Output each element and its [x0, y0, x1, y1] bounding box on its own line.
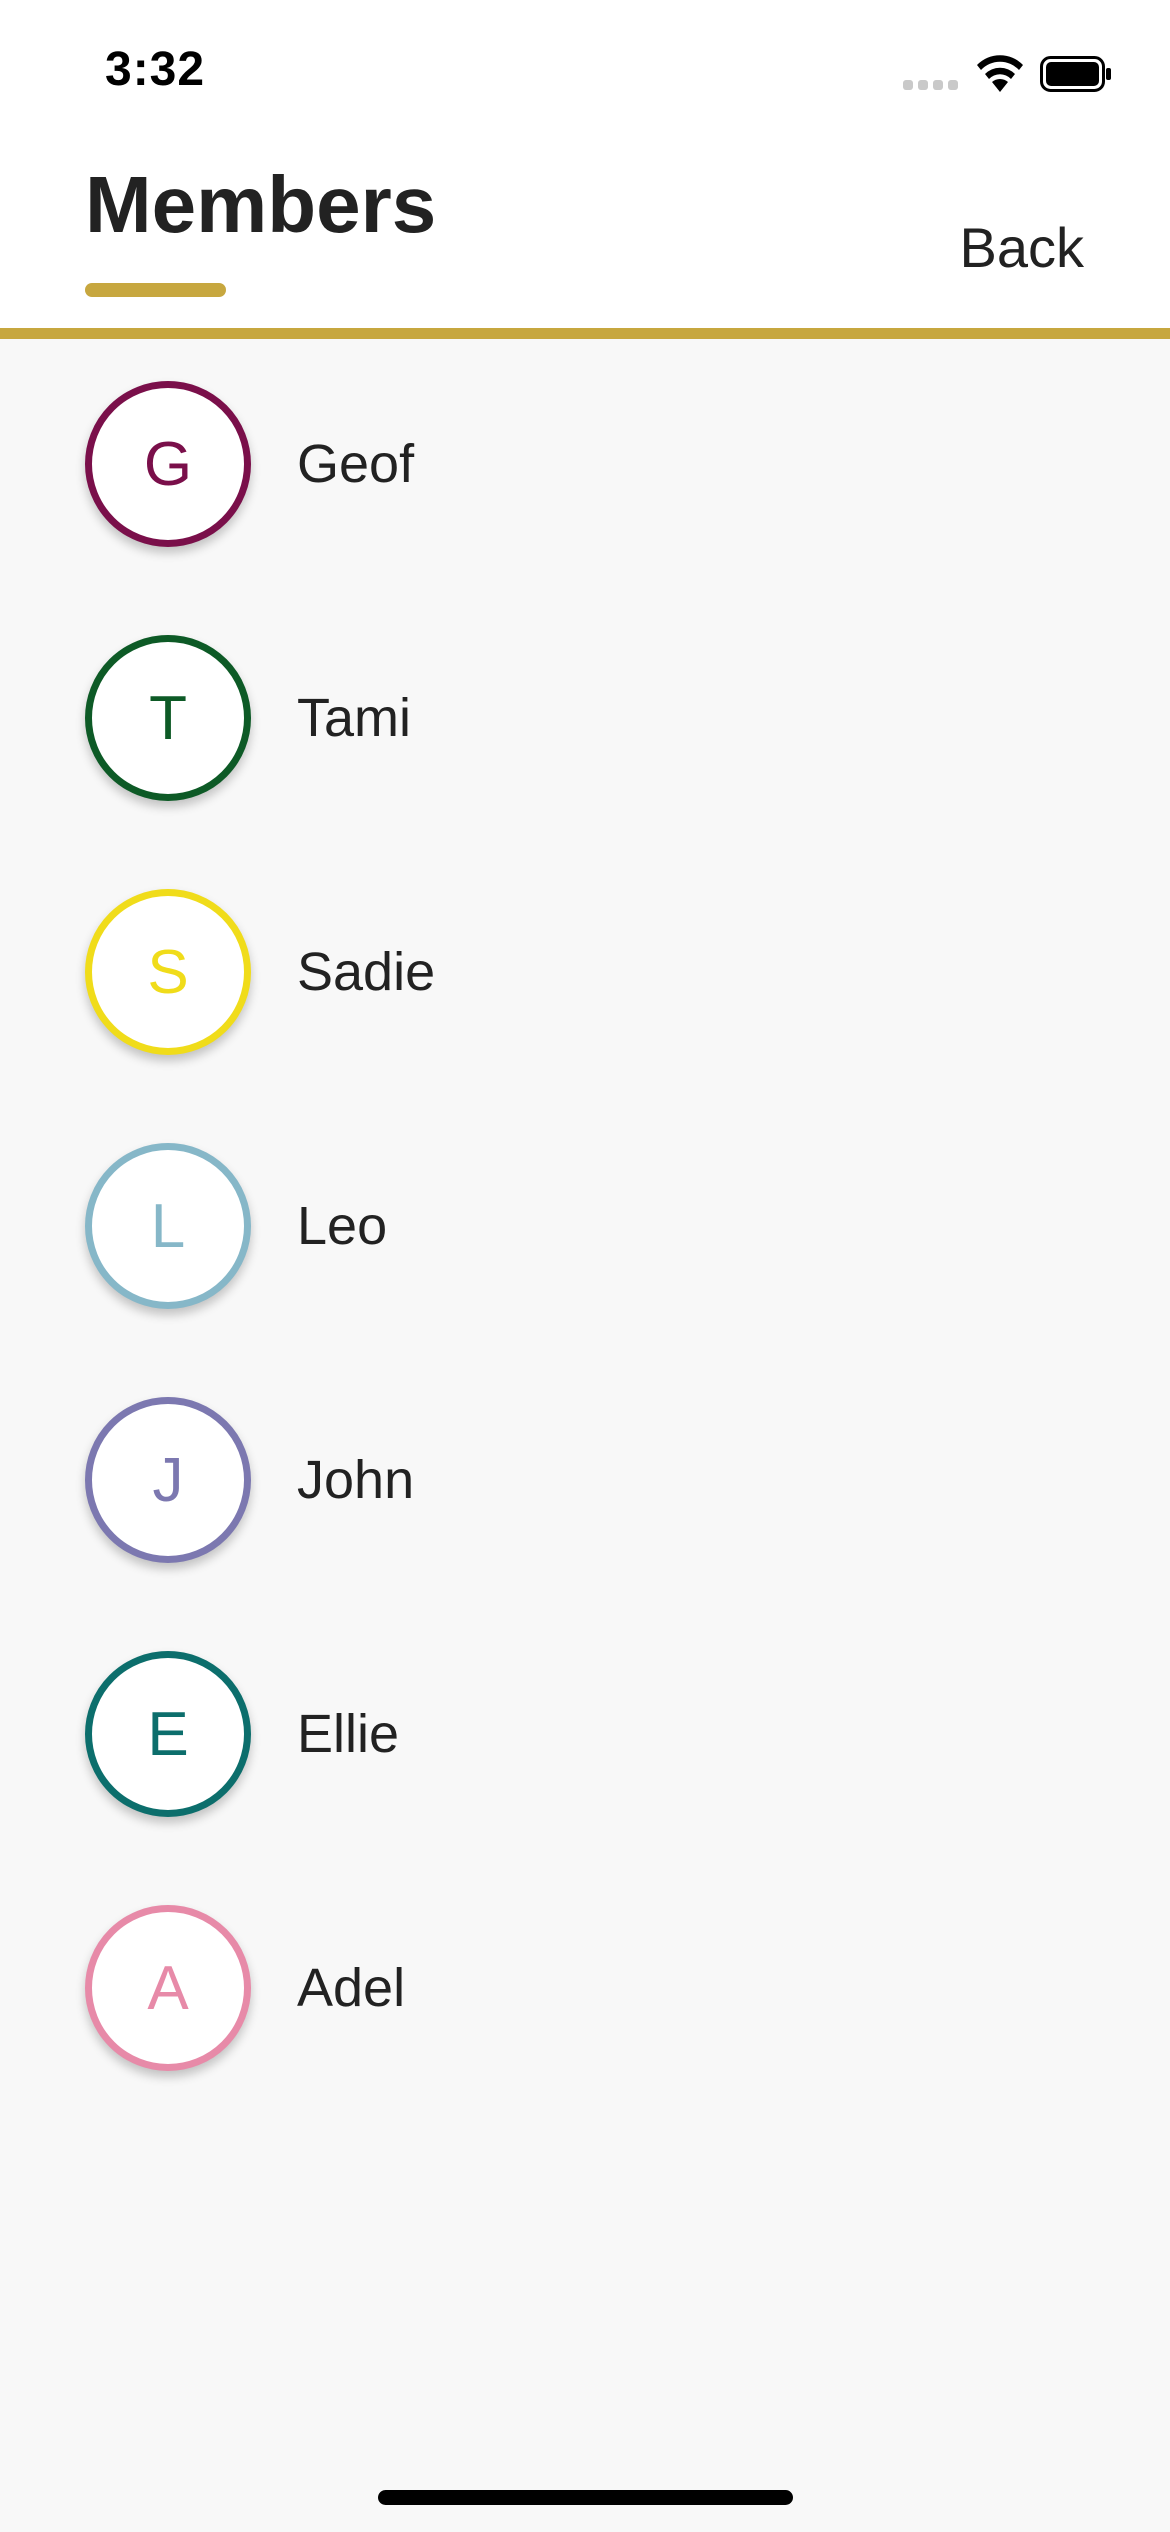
member-avatar: E [85, 1651, 251, 1817]
member-avatar: A [85, 1905, 251, 2071]
member-name: Leo [297, 1196, 388, 1256]
member-row[interactable]: T Tami [0, 593, 1170, 847]
member-name: John [297, 1450, 415, 1510]
wifi-icon [977, 55, 1023, 92]
member-name: Tami [297, 688, 412, 748]
header: Members Back [0, 150, 1170, 328]
member-row[interactable]: G Geof [0, 339, 1170, 593]
member-avatar: G [85, 381, 251, 547]
battery-icon [1040, 56, 1111, 92]
member-name: Adel [297, 1958, 406, 2018]
member-name: Ellie [297, 1704, 400, 1764]
title-underline [85, 283, 226, 297]
member-avatar: S [85, 889, 251, 1055]
member-name: Geof [297, 434, 415, 494]
member-row[interactable]: S Sadie [0, 847, 1170, 1101]
member-avatar: J [85, 1397, 251, 1563]
status-bar: 3:32 [0, 0, 1170, 150]
member-avatar: L [85, 1143, 251, 1309]
status-time: 3:32 [105, 43, 206, 96]
member-avatar: T [85, 635, 251, 801]
member-row[interactable]: E Ellie [0, 1609, 1170, 1863]
cellular-signal-icon [903, 80, 959, 90]
member-row[interactable]: J John [0, 1355, 1170, 1609]
member-name: Sadie [297, 942, 436, 1002]
home-indicator[interactable] [378, 2490, 793, 2505]
page-title: Members [85, 160, 437, 249]
back-button[interactable]: Back [960, 220, 1085, 276]
member-row[interactable]: L Leo [0, 1101, 1170, 1355]
member-row[interactable]: A Adel [0, 1863, 1170, 2117]
header-divider [0, 328, 1170, 339]
